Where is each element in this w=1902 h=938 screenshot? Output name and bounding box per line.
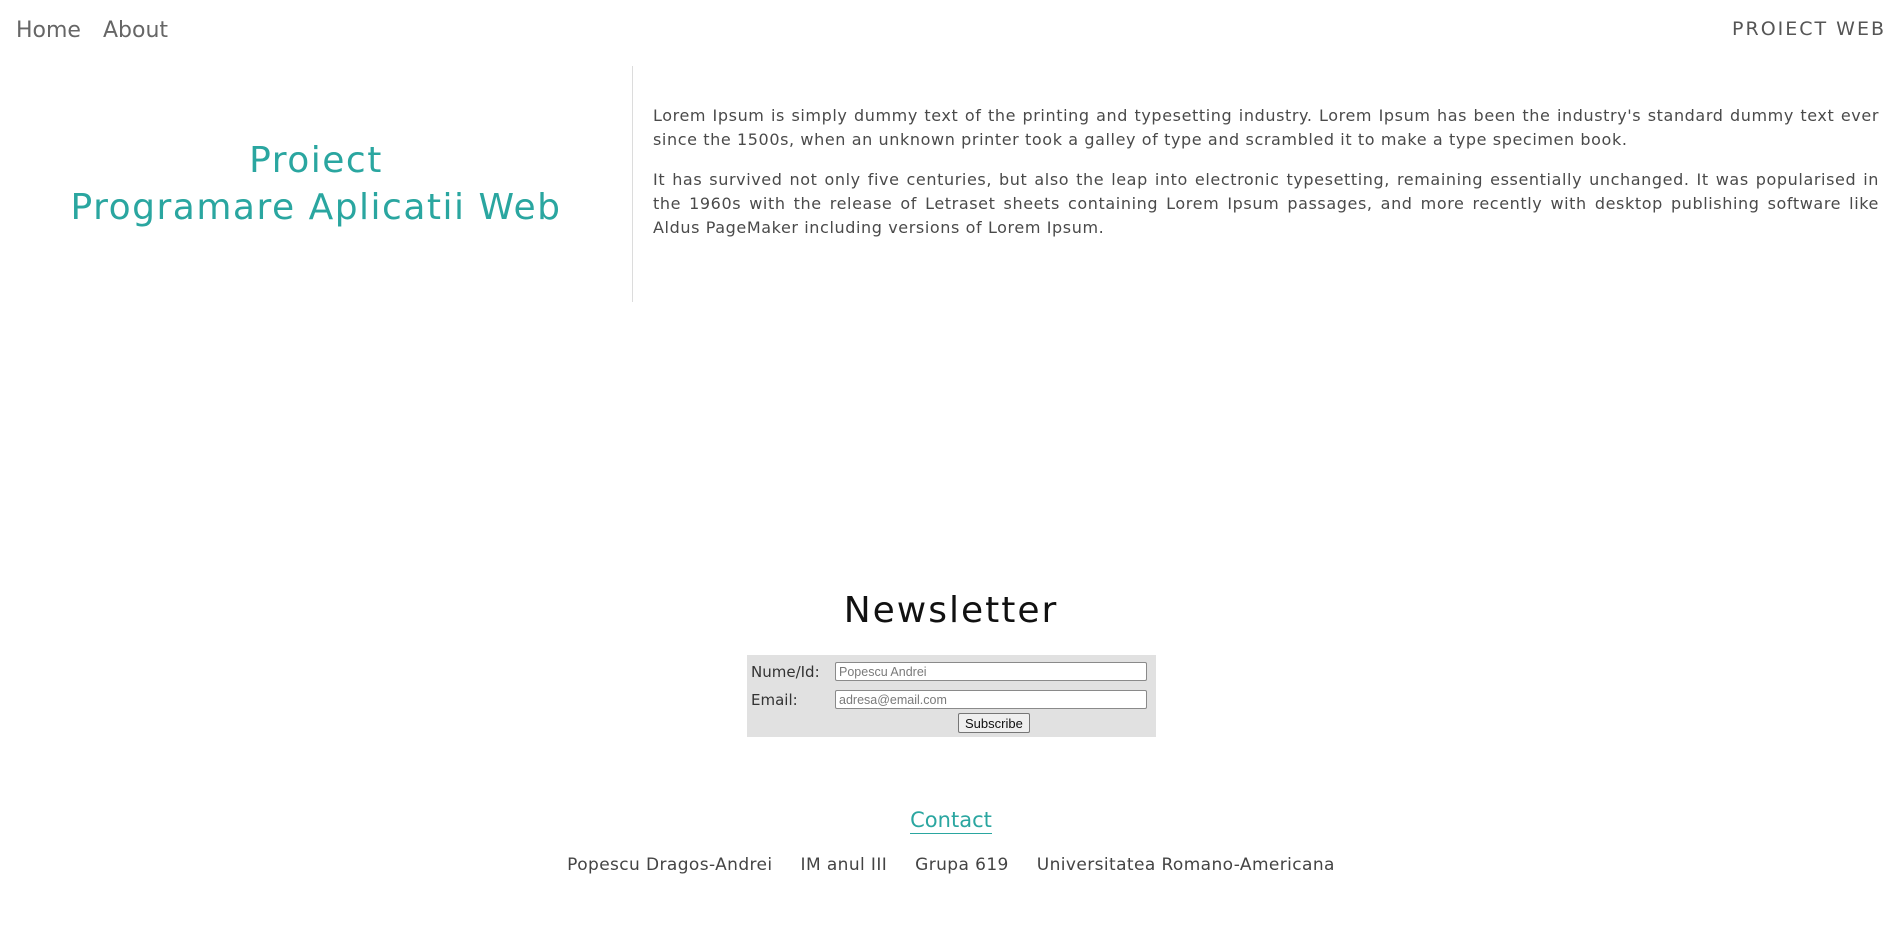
email-input[interactable] (835, 690, 1147, 709)
group-number: Grupa 619 (915, 855, 1009, 875)
author-name: Popescu Dragos-Andrei (567, 855, 773, 875)
university-name: Universitatea Romano-Americana (1036, 855, 1335, 875)
name-row: Nume/Id: (751, 662, 1147, 681)
contact-info: Popescu Dragos-Andrei IM anul III Grupa … (0, 855, 1902, 875)
subscribe-button[interactable]: Subscribe (958, 713, 1030, 733)
study-year: IM anul III (800, 855, 888, 875)
hero-description: Lorem Ipsum is simply dummy text of the … (653, 104, 1879, 256)
name-label: Nume/Id: (751, 662, 820, 681)
hero-title-line-2: Programare Aplicatii Web (70, 187, 562, 228)
top-nav: Home About (16, 18, 168, 43)
newsletter-title: Newsletter (843, 590, 1059, 631)
hero-title-line-1: Proiect (249, 140, 383, 181)
page: Home About PROIECT WEB Proiect Programar… (0, 0, 1902, 938)
hero-title: Proiect Programare Aplicatii Web (71, 137, 562, 231)
hero-title-panel: Proiect Programare Aplicatii Web (0, 66, 633, 302)
brand-title: PROIECT WEB (1732, 18, 1886, 40)
email-row: Email: (751, 690, 1147, 709)
nav-home-link[interactable]: Home (16, 18, 81, 43)
name-input[interactable] (835, 662, 1147, 681)
description-paragraph-2: It has survived not only five centuries,… (653, 170, 1879, 237)
contact-link[interactable]: Contact (910, 808, 992, 834)
newsletter-form: Nume/Id: Email: Subscribe (747, 655, 1156, 737)
nav-about-link[interactable]: About (103, 18, 168, 43)
description-paragraph-1: Lorem Ipsum is simply dummy text of the … (653, 106, 1879, 149)
email-label: Email: (751, 690, 798, 709)
contact-section: Contact (0, 808, 1902, 834)
